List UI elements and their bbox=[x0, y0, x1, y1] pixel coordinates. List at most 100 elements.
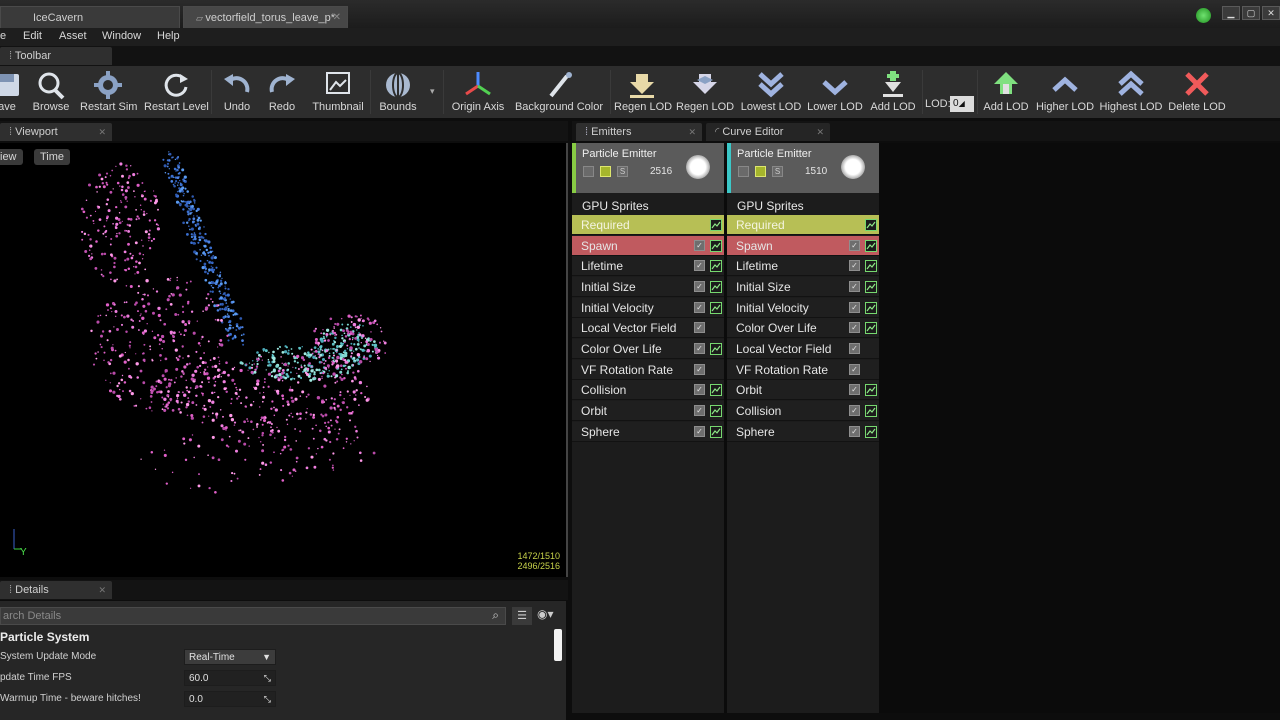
module-enable-checkbox[interactable]: ✓ bbox=[849, 343, 860, 354]
details-scrollbar[interactable] bbox=[554, 629, 562, 661]
tab-details[interactable]: ⁞ Details ✕ bbox=[0, 581, 112, 599]
doc-tab-icecavern[interactable]: IceCavern bbox=[0, 6, 180, 28]
restart-level-button[interactable]: Restart Level bbox=[144, 66, 209, 118]
curve-graph-icon[interactable] bbox=[710, 426, 722, 438]
emitter-render-mode-icon[interactable] bbox=[600, 166, 611, 177]
tab-curve-editor[interactable]: ◜ Curve Editor ✕ bbox=[706, 123, 830, 141]
module-enable-checkbox[interactable]: ✓ bbox=[849, 405, 860, 416]
curve-graph-icon[interactable] bbox=[865, 322, 877, 334]
module-enable-checkbox[interactable]: ✓ bbox=[694, 302, 705, 313]
module-enable-checkbox[interactable]: ✓ bbox=[694, 281, 705, 292]
lower-lod-button[interactable]: Lower LOD bbox=[806, 66, 864, 118]
module-enable-checkbox[interactable]: ✓ bbox=[849, 364, 860, 375]
curve-graph-icon[interactable] bbox=[865, 260, 877, 272]
module-row[interactable]: Orbit ✓ bbox=[727, 380, 879, 400]
thumbnail-button[interactable]: Thumbnail bbox=[310, 66, 366, 118]
curve-graph-icon[interactable] bbox=[865, 219, 877, 231]
search-input[interactable] bbox=[1, 608, 473, 624]
module-row[interactable]: Required bbox=[727, 215, 879, 235]
close-icon[interactable]: ✕ bbox=[816, 123, 824, 141]
menu-edit[interactable]: Edit bbox=[23, 30, 42, 42]
source-control-status-icon[interactable] bbox=[1196, 8, 1211, 23]
module-enable-checkbox[interactable]: ✓ bbox=[849, 322, 860, 333]
delete-lod-button[interactable]: Delete LOD bbox=[1168, 66, 1226, 118]
add-lod-higher-button[interactable]: Add LOD bbox=[980, 66, 1032, 118]
menu-file[interactable]: e bbox=[0, 30, 6, 42]
module-row[interactable]: Initial Size ✓ bbox=[727, 277, 879, 297]
emitter-enable-checkbox[interactable] bbox=[583, 166, 594, 177]
module-row[interactable]: Collision ✓ bbox=[572, 380, 724, 400]
module-enable-checkbox[interactable]: ✓ bbox=[694, 384, 705, 395]
regen-lod-duplicate-button[interactable]: Regen LOD bbox=[676, 66, 734, 118]
curve-graph-icon[interactable] bbox=[710, 384, 722, 396]
close-icon[interactable]: ✕ bbox=[98, 581, 106, 599]
emitter-solo-icon[interactable]: S bbox=[772, 166, 783, 177]
module-enable-checkbox[interactable]: ✓ bbox=[694, 364, 705, 375]
module-row[interactable]: Local Vector Field ✓ bbox=[727, 339, 879, 359]
curve-graph-icon[interactable] bbox=[865, 405, 877, 417]
module-enable-checkbox[interactable]: ✓ bbox=[694, 405, 705, 416]
maximize-icon[interactable]: ▢ bbox=[1242, 6, 1260, 20]
eye-icon[interactable]: ◉▾ bbox=[537, 607, 554, 621]
emitter-header[interactable]: Particle Emitter S 2516 bbox=[572, 143, 724, 193]
curve-graph-icon[interactable] bbox=[710, 260, 722, 272]
menu-asset[interactable]: Asset bbox=[59, 30, 87, 42]
system-update-mode-dropdown[interactable]: Real-Time ▼ bbox=[184, 649, 276, 665]
close-icon[interactable]: ✕ bbox=[688, 123, 696, 141]
doc-tab-vectorfield[interactable]: ▱ vectorfield_torus_leave_p* ✕ bbox=[183, 6, 348, 28]
module-enable-checkbox[interactable]: ✓ bbox=[849, 260, 860, 271]
browse-button[interactable]: Browse bbox=[31, 66, 71, 118]
module-row[interactable]: Sphere ✓ bbox=[572, 422, 724, 442]
emitter-enable-checkbox[interactable] bbox=[738, 166, 749, 177]
background-color-button[interactable]: Background Color bbox=[512, 66, 606, 118]
module-row[interactable]: Initial Size ✓ bbox=[572, 277, 724, 297]
view-options-list-icon[interactable]: ☰ bbox=[512, 607, 532, 625]
curve-graph-icon[interactable] bbox=[710, 281, 722, 293]
minimize-icon[interactable]: ▁ bbox=[1222, 6, 1240, 20]
bounds-dropdown-chevron-down-icon[interactable]: ▾ bbox=[430, 86, 435, 97]
tab-viewport[interactable]: ⁞ Viewport ✕ bbox=[0, 123, 112, 141]
warmup-time-field[interactable]: 0.0 ⤡ bbox=[184, 691, 276, 707]
curve-graph-icon[interactable] bbox=[710, 405, 722, 417]
module-enable-checkbox[interactable]: ✓ bbox=[849, 426, 860, 437]
emitter-header[interactable]: Particle Emitter S 1510 bbox=[727, 143, 879, 193]
lod-spinbox[interactable]: 0◢ bbox=[950, 96, 974, 112]
emitter-column[interactable]: Particle Emitter S 2516 GPU Sprites Required… bbox=[572, 143, 726, 713]
module-row[interactable]: Collision ✓ bbox=[727, 401, 879, 421]
undo-button[interactable]: Undo bbox=[216, 66, 258, 118]
module-row[interactable]: Lifetime ✓ bbox=[572, 256, 724, 276]
menu-help[interactable]: Help bbox=[157, 30, 180, 42]
close-icon[interactable]: ✕ bbox=[98, 123, 106, 141]
curve-graph-icon[interactable] bbox=[710, 302, 722, 314]
curve-graph-icon[interactable] bbox=[865, 281, 877, 293]
viewport[interactable]: iew Time Y 1472/1510 2496/2516 bbox=[0, 143, 568, 577]
close-icon[interactable]: ✕ bbox=[333, 7, 341, 29]
module-enable-checkbox[interactable]: ✓ bbox=[694, 240, 705, 251]
emitter-column[interactable]: Particle Emitter S 1510 GPU Sprites Required… bbox=[727, 143, 881, 713]
regen-lod-button[interactable]: Regen LOD bbox=[614, 66, 672, 118]
tab-emitters[interactable]: ⁞ Emitters ✕ bbox=[576, 123, 702, 141]
module-row[interactable]: VF Rotation Rate ✓ bbox=[727, 360, 879, 380]
module-enable-checkbox[interactable]: ✓ bbox=[694, 260, 705, 271]
add-lod-button[interactable]: Add LOD bbox=[866, 66, 920, 118]
higher-lod-button[interactable]: Higher LOD bbox=[1034, 66, 1096, 118]
module-enable-checkbox[interactable]: ✓ bbox=[849, 240, 860, 251]
module-enable-checkbox[interactable]: ✓ bbox=[694, 426, 705, 437]
redo-button[interactable]: Redo bbox=[262, 66, 302, 118]
module-row[interactable]: Initial Velocity ✓ bbox=[727, 298, 879, 318]
module-row[interactable]: Sphere ✓ bbox=[727, 422, 879, 442]
module-row[interactable]: Local Vector Field ✓ bbox=[572, 318, 724, 338]
lowest-lod-button[interactable]: Lowest LOD bbox=[740, 66, 802, 118]
curve-graph-icon[interactable] bbox=[865, 426, 877, 438]
curve-graph-icon[interactable] bbox=[865, 384, 877, 396]
update-time-fps-field[interactable]: 60.0 ⤡ bbox=[184, 670, 276, 686]
module-enable-checkbox[interactable]: ✓ bbox=[694, 343, 705, 354]
curve-graph-icon[interactable] bbox=[710, 240, 722, 252]
module-row[interactable]: Spawn ✓ bbox=[572, 236, 724, 256]
module-row[interactable]: Color Over Life ✓ bbox=[572, 339, 724, 359]
emitter-solo-icon[interactable]: S bbox=[617, 166, 628, 177]
module-row[interactable]: Orbit ✓ bbox=[572, 401, 724, 421]
highest-lod-button[interactable]: Highest LOD bbox=[1098, 66, 1164, 118]
module-row[interactable]: Spawn ✓ bbox=[727, 236, 879, 256]
search-icon[interactable]: ⌕ bbox=[492, 608, 499, 623]
